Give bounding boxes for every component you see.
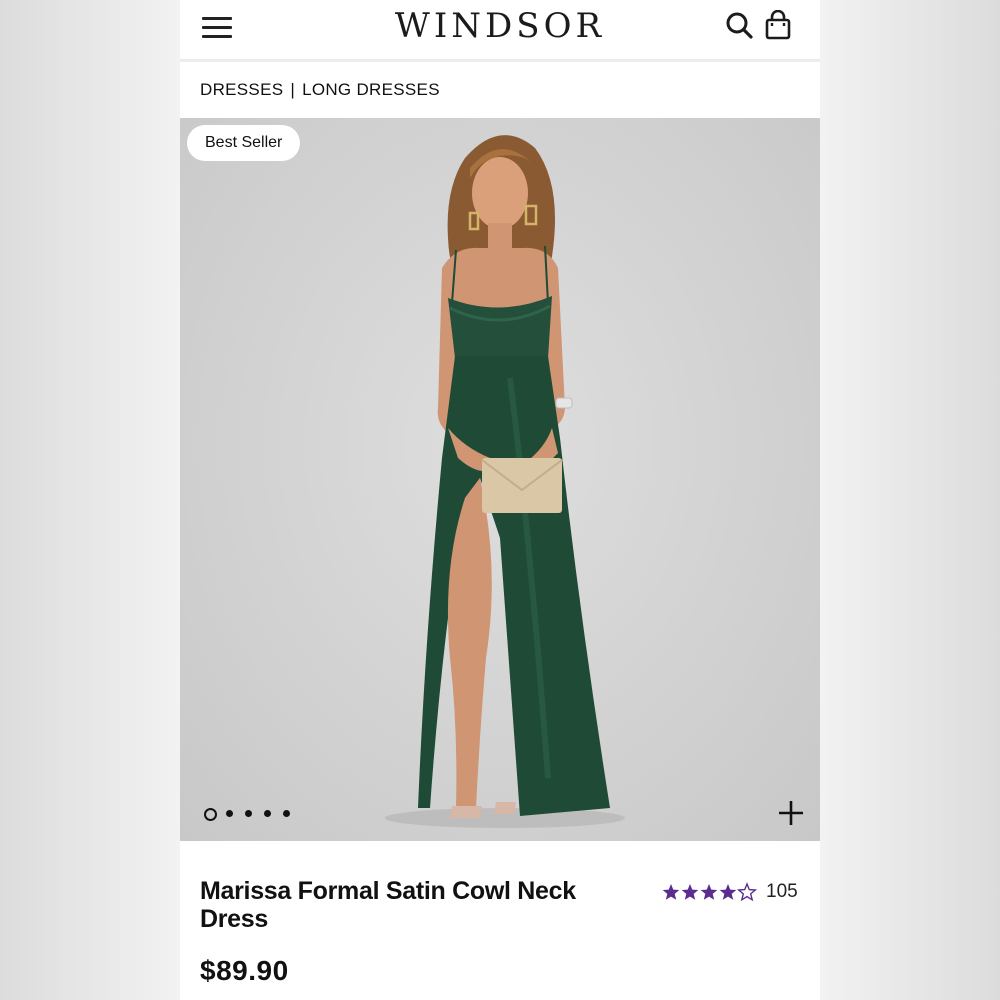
breadcrumb-dresses[interactable]: DRESSES [200,80,283,99]
windsor-logo[interactable]: WINDSOR [180,6,820,46]
product-image-gallery[interactable]: Best Seller [180,118,820,841]
search-icon[interactable] [725,10,755,42]
product-page: WINDSOR DRESSES | LONG DRESSES Best Sell… [180,0,820,1000]
breadcrumb: DRESSES | LONG DRESSES [200,80,440,100]
plus-icon[interactable] [778,800,804,826]
gallery-dot-2[interactable] [226,810,233,817]
breadcrumb-separator: | [290,80,296,99]
product-photo [385,135,625,828]
product-title: Marissa Formal Satin Cowl Neck Dress [200,877,576,933]
breadcrumb-long-dresses[interactable]: LONG DRESSES [302,80,440,99]
gallery-dot-5[interactable] [283,810,290,817]
gallery-dot-3[interactable] [245,810,252,817]
best-seller-badge: Best Seller [187,125,301,161]
gallery-dot-1[interactable] [204,808,217,821]
review-count: 105 [766,881,798,902]
rating-stars-icon [662,882,758,902]
gallery-dot-4[interactable] [264,810,271,817]
site-header: WINDSOR [180,0,820,62]
product-price: $89.90 [200,955,289,986]
bag-icon[interactable] [763,9,793,42]
